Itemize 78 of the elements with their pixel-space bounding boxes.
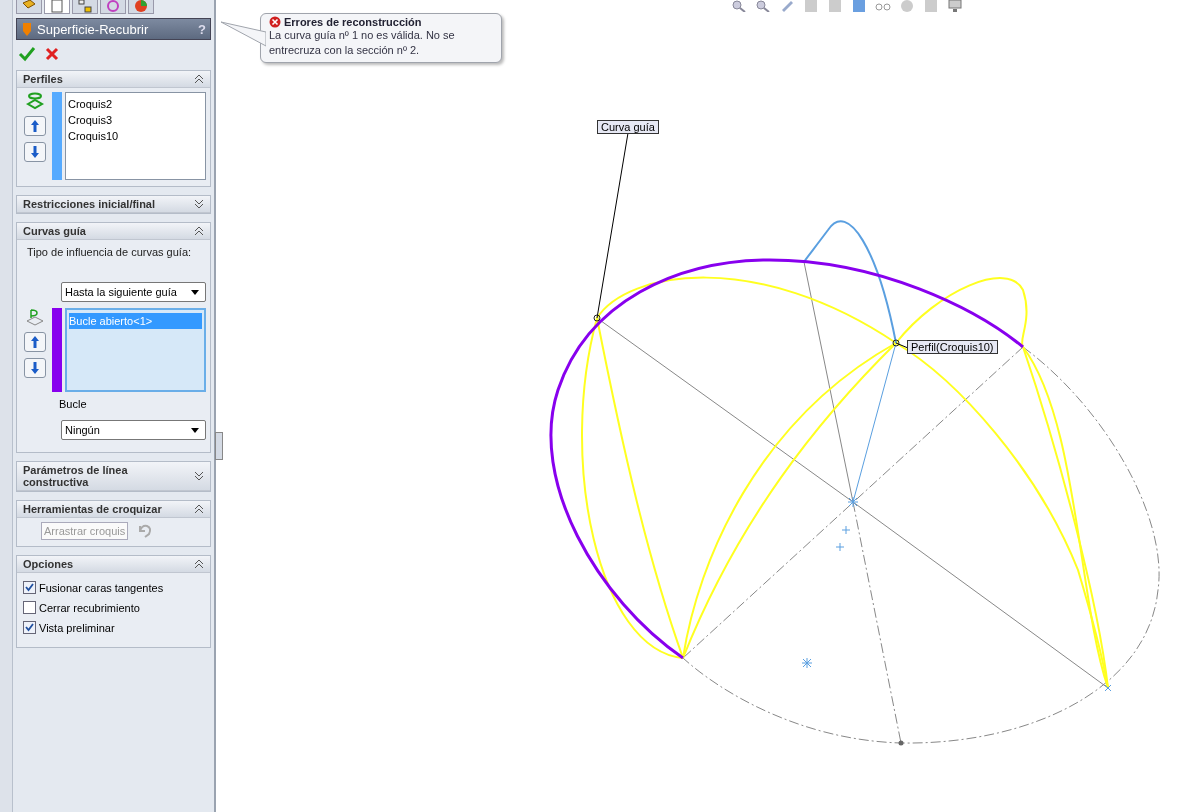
checkbox-label: Vista preliminar [39,621,115,634]
panel-tab[interactable] [16,0,42,14]
plus-marker-icon [841,525,851,535]
tangency-dropdown[interactable]: Ningún [61,420,206,440]
panel-title: Superficie-Recubrir [37,21,150,37]
checkbox-label: Cerrar recubrimiento [39,601,140,614]
move-down-button[interactable] [24,358,46,378]
checkmark-icon [25,623,34,632]
group-header[interactable]: Herramientas de croquizar [17,501,210,518]
panel-collapse-handle[interactable] [215,432,223,460]
error-icon [269,16,281,28]
panel-tab[interactable] [100,0,126,14]
dropdown-arrow-icon [191,289,199,295]
checkmark-icon [25,583,34,592]
center-point-icon [847,496,859,508]
down-arrow-icon [30,145,40,159]
collapse-icon[interactable] [194,74,204,84]
guide-curve-icon [25,308,45,326]
callout-label: Curva guía [597,120,659,134]
influence-dropdown[interactable]: Hasta la siguiente guía [61,282,206,302]
expand-icon[interactable] [194,199,204,209]
option-checkbox[interactable]: Vista preliminar [23,621,204,634]
leader-line [895,342,909,349]
group-title: Restricciones inicial/final [23,198,156,210]
field-label: Bucle [59,398,88,410]
move-up-button[interactable] [24,332,46,352]
group-title: Curvas guía [23,225,86,237]
panel-tab[interactable] [44,0,70,14]
point-marker [892,339,900,347]
list-item[interactable]: Croquis2 [68,96,203,112]
point-marker [593,314,601,322]
group-title: Herramientas de croquizar [23,503,162,515]
endpoint-marker-icon [1104,684,1112,692]
glasses-icon[interactable] [875,0,891,12]
collapse-icon[interactable] [194,226,204,236]
profile-list[interactable]: Croquis2 Croquis3 Croquis10 [65,92,206,180]
magnifier-icon[interactable] [755,0,771,12]
group-header[interactable]: Parámetros de línea constructiva [17,462,210,491]
down-arrow-icon [30,361,40,375]
group-header[interactable]: Curvas guía [17,223,210,240]
center-point-icon [801,657,813,669]
checkbox[interactable] [23,581,36,594]
field-label: Tipo de influencia de curvas guía: [27,246,193,258]
magnifier-icon[interactable] [731,0,747,12]
checkbox[interactable] [23,601,36,614]
group-title: Perfiles [23,73,63,85]
move-up-button[interactable] [24,116,46,136]
point-marker [898,740,904,746]
checkmark-icon[interactable] [18,46,36,62]
callout-label: Perfil(Croquis10) [907,340,998,354]
option-checkbox[interactable]: Fusionar caras tangentes [23,581,204,594]
expand-icon[interactable] [194,471,204,481]
option-checkbox[interactable]: Cerrar recubrimiento [23,601,204,614]
close-icon[interactable] [44,46,60,62]
move-down-button[interactable] [24,142,46,162]
group-title: Opciones [23,558,74,570]
group-header[interactable]: Restricciones inicial/final [17,196,210,213]
profile-icon [25,92,45,110]
sheet-icon [49,0,65,13]
list-item[interactable]: Croquis3 [68,112,203,128]
collapse-icon[interactable] [194,559,204,569]
up-arrow-icon [30,119,40,133]
group-header[interactable]: Opciones [17,556,210,573]
monitor-icon[interactable] [947,0,963,12]
group-title: Parámetros de línea constructiva [23,464,129,488]
list-item[interactable]: Croquis10 [68,128,203,144]
panel-tab[interactable] [72,0,98,14]
up-arrow-icon [30,335,40,349]
plus-marker-icon [835,542,845,552]
dropdown-arrow-icon [191,427,199,433]
tooltip-title: Errores de reconstrucción [284,16,422,28]
group-header[interactable]: Perfiles [17,71,210,88]
tooltip-message: La curva guía nº 1 no es válida. No se entrecruza con la sección nº 2. [269,28,456,58]
collapse-icon[interactable] [194,504,204,514]
checkbox-label: Fusionar caras tangentes [39,581,164,594]
feature-icon [21,21,33,37]
checkbox[interactable] [23,621,36,634]
panel-tab[interactable] [128,0,154,14]
